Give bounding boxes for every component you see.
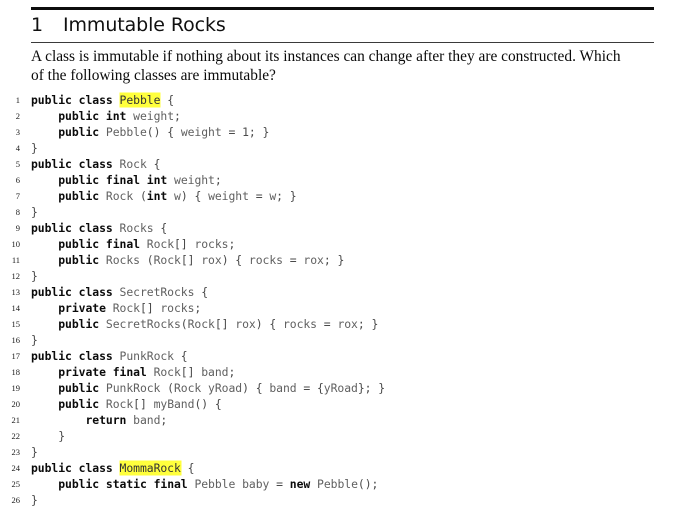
- code-line-text: public final int weight;: [58, 173, 222, 187]
- code-listing: 1 public class Pebble {2 public int weigh…: [0, 92, 680, 508]
- code-line-number: 12: [11, 271, 21, 281]
- document-page: 1 Immutable Rocks A class is immutable if…: [0, 0, 680, 531]
- code-line-number: 21: [11, 415, 21, 425]
- code-line-text: public final Rock[] rocks;: [58, 237, 236, 251]
- code-line-number: 20: [11, 399, 21, 409]
- code-line-text: public class MommaRock {: [31, 461, 195, 475]
- code-line: 7 public Rock (int w) { weight = w; }: [0, 188, 680, 204]
- intro-paragraph: A class is immutable if nothing about it…: [31, 47, 657, 85]
- code-line: 8}: [0, 204, 680, 220]
- code-line: 14 private Rock[] rocks;: [0, 300, 680, 316]
- highlighted-token: MommaRock: [119, 461, 181, 475]
- code-line-text: }: [31, 445, 38, 459]
- code-line-text: public Rock[] myBand() {: [58, 397, 222, 411]
- code-line-text: public class SecretRocks {: [31, 285, 209, 299]
- code-line-number: 17: [11, 351, 21, 361]
- code-line-number: 10: [11, 239, 21, 249]
- code-line: 26}: [0, 492, 680, 508]
- code-line-number: 7: [15, 191, 20, 201]
- code-line-number: 23: [11, 447, 21, 457]
- code-line-number: 9: [15, 223, 20, 233]
- code-line: 4}: [0, 140, 680, 156]
- code-line-text: public Pebble() { weight = 1; }: [58, 125, 270, 139]
- code-line-text: }: [31, 333, 38, 347]
- section-title: Immutable Rocks: [63, 14, 226, 36]
- code-line-number: 11: [11, 255, 20, 265]
- code-line-text: public class Rock {: [31, 157, 161, 171]
- code-line-text: public int weight;: [58, 109, 181, 123]
- code-line: 11 public Rocks (Rock[] rox) { rocks = r…: [0, 252, 680, 268]
- code-line-number: 3: [15, 127, 20, 137]
- code-line-text: }: [31, 141, 38, 155]
- intro-line-1: A class is immutable if nothing about it…: [31, 48, 621, 65]
- code-line-text: public class Pebble {: [31, 93, 175, 107]
- code-line: 20 public Rock[] myBand() {: [0, 396, 680, 412]
- code-line: 17 public class PunkRock {: [0, 348, 680, 364]
- code-line-text: public Rocks (Rock[] rox) { rocks = rox;…: [58, 253, 345, 267]
- code-line: 3 public Pebble() { weight = 1; }: [0, 124, 680, 140]
- code-line-text: public class Rocks {: [31, 221, 168, 235]
- code-line-text: private Rock[] rocks;: [58, 301, 202, 315]
- code-line-text: return band;: [85, 413, 168, 427]
- code-line: 1 public class Pebble {: [0, 92, 680, 108]
- code-line: 15 public SecretRocks(Rock[] rox) { rock…: [0, 316, 680, 332]
- code-line-text: }: [31, 205, 38, 219]
- code-line-number: 16: [11, 335, 21, 345]
- highlighted-token: Pebble: [119, 93, 161, 107]
- code-line: 21 return band;: [0, 412, 680, 428]
- code-line: 5 public class Rock {: [0, 156, 680, 172]
- code-line-number: 14: [11, 303, 21, 313]
- code-line-number: 18: [11, 367, 21, 377]
- code-line: 9 public class Rocks {: [0, 220, 680, 236]
- code-line-text: private final Rock[] band;: [58, 365, 236, 379]
- code-line-number: 2: [15, 111, 20, 121]
- intro-line-2: of the following classes are immutable?: [31, 67, 276, 84]
- code-line-number: 24: [11, 463, 21, 473]
- code-line-text: public SecretRocks(Rock[] rox) { rocks =…: [58, 317, 379, 331]
- code-line: 13 public class SecretRocks {: [0, 284, 680, 300]
- code-line-number: 15: [11, 319, 21, 329]
- code-line-number: 4: [15, 143, 20, 153]
- code-line: 22 }: [0, 428, 680, 444]
- code-line: 10 public final Rock[] rocks;: [0, 236, 680, 252]
- code-line-number: 25: [11, 479, 21, 489]
- section-number: 1: [31, 14, 43, 36]
- code-line-text: public PunkRock (Rock yRoad) { band = {y…: [58, 381, 386, 395]
- code-line-number: 1: [15, 95, 20, 105]
- code-line: 25 public static final Pebble baby = new…: [0, 476, 680, 492]
- code-line-text: }: [31, 429, 66, 443]
- section-heading: 1 Immutable Rocks: [31, 11, 226, 39]
- code-line-number: 19: [11, 383, 21, 393]
- code-line: 23}: [0, 444, 680, 460]
- code-line-number: 26: [11, 495, 21, 505]
- code-line-text: public class PunkRock {: [31, 349, 188, 363]
- code-line: 2 public int weight;: [0, 108, 680, 124]
- code-line-number: 8: [15, 207, 20, 217]
- code-line-text: }: [31, 269, 38, 283]
- code-line: 16}: [0, 332, 680, 348]
- code-line-number: 13: [11, 287, 21, 297]
- code-line-number: 5: [15, 159, 20, 169]
- code-line-number: 22: [11, 431, 21, 441]
- code-line: 18 private final Rock[] band;: [0, 364, 680, 380]
- code-line: 19 public PunkRock (Rock yRoad) { band =…: [0, 380, 680, 396]
- code-line-text: }: [31, 493, 38, 507]
- code-line-text: public Rock (int w) { weight = w; }: [58, 189, 297, 203]
- header-rule-top: [31, 7, 654, 10]
- code-line: 6 public final int weight;: [0, 172, 680, 188]
- code-line-text: public static final Pebble baby = new Pe…: [58, 477, 379, 491]
- code-line: 24 public class MommaRock {: [0, 460, 680, 476]
- header-rule-bottom: [31, 42, 654, 43]
- code-line-number: 6: [15, 175, 20, 185]
- code-line: 12}: [0, 268, 680, 284]
